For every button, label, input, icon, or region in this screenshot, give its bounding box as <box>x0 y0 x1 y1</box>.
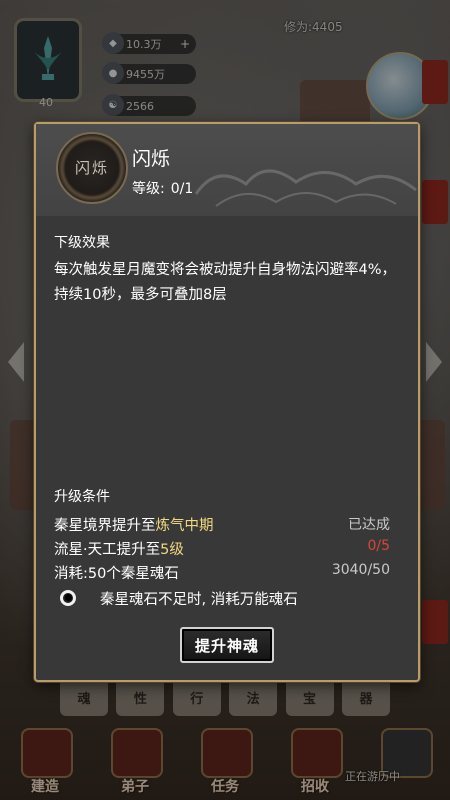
condition-status: 0/5 <box>367 538 390 554</box>
level-value: 0/1 <box>170 181 194 197</box>
modal-header: 闪烁 闪烁 等级: 0/1 <box>36 124 418 216</box>
condition-status: 3040/50 <box>331 562 390 578</box>
condition-highlight: 5级 <box>160 542 184 558</box>
cloud-pattern-icon <box>194 169 417 207</box>
skill-icon: 闪烁 <box>56 132 128 204</box>
condition-text: 流星·天工提升至 <box>54 542 161 558</box>
auto-consume-toggle[interactable]: 秦星魂石不足时, 消耗万能魂石 <box>60 588 390 612</box>
condition-highlight: 炼气中期 <box>155 518 214 534</box>
skill-name: 闪烁 <box>132 148 171 170</box>
auto-consume-label: 秦星魂石不足时, 消耗万能魂石 <box>100 592 298 608</box>
condition-text: 秦星境界提升至 <box>54 518 156 534</box>
conditions-title: 升级条件 <box>54 489 110 505</box>
skill-detail-modal: 闪烁 闪烁 等级: 0/1 下级效果 每次触发星月魔变将会被动提升自身物法闪避率4… <box>34 122 420 682</box>
level-label: 等级: <box>132 181 165 197</box>
effect-title: 下级效果 <box>54 235 110 251</box>
radio-toggle-icon[interactable] <box>60 590 76 606</box>
upgrade-soul-button[interactable]: 提升神魂 <box>180 627 274 663</box>
condition-row: 消耗:50个秦星魂石 3040/50 <box>54 562 390 584</box>
condition-row: 秦星境界提升至炼气中期 已达成 <box>54 514 390 536</box>
condition-row: 流星·天工提升至5级 0/5 <box>54 538 390 560</box>
condition-status: 已达成 <box>348 517 390 533</box>
skill-icon-text: 闪烁 <box>74 159 109 177</box>
effect-description: 每次触发星月魔变将会被动提升自身物法闪避率4%，持续10秒，最多可叠加8层 <box>54 262 397 303</box>
condition-text: 消耗:50个秦星魂石 <box>54 566 179 582</box>
skill-level: 等级: 0/1 <box>132 178 193 198</box>
